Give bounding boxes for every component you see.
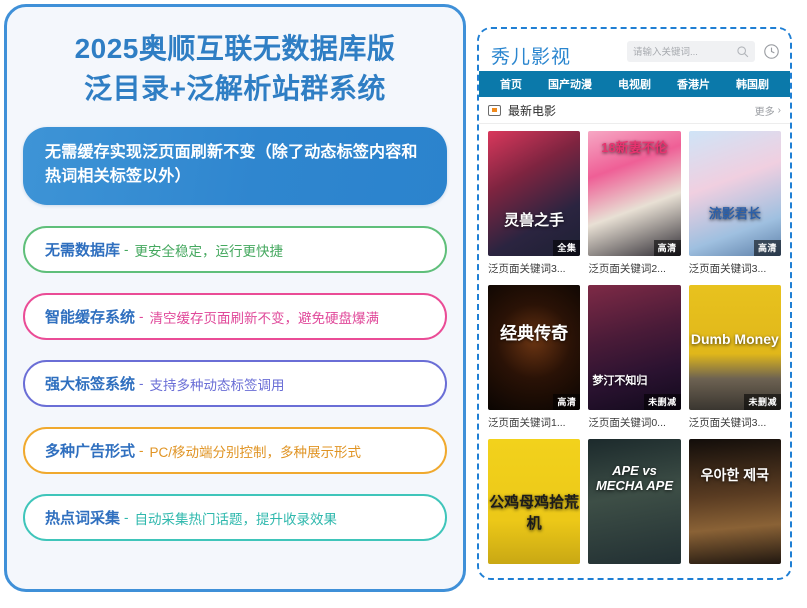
site-header: 秀儿影视 请输入关键词... (479, 29, 790, 71)
more-link[interactable]: 更多 › (755, 103, 781, 118)
feature-card-smart-cache[interactable]: 智能缓存系统 - 清空缓存页面刷新不变，避免硬盘爆满 (23, 293, 447, 341)
movie-grid: 灵兽之手 全集 泛页面关键词3... 18新妻不伦 高清 泛页面关键词2... … (479, 124, 790, 569)
promo-title-block: 2025奥顺互联无数据库版 泛目录+泛解析站群系统 (7, 7, 463, 115)
feature-card-highlight: 无需缓存实现泛页面刷新不变（除了动态标签内容和热词相关标签以外） (23, 126, 447, 206)
feature-desc: 支持多种动态标签调用 (149, 377, 285, 393)
feature-separator: - (124, 510, 129, 526)
movie-card[interactable]: 18新妻不伦 高清 泛页面关键词2... (588, 131, 681, 276)
movie-poster[interactable]: 梦汀不知归 未删减 (588, 285, 681, 410)
chevron-right-icon: › (777, 104, 781, 116)
site-logo[interactable]: 秀儿影视 (491, 34, 571, 69)
feature-separator: - (139, 309, 144, 325)
feature-separator: - (124, 242, 129, 258)
promo-title-line-2: 泛目录+泛解析站群系统 (84, 72, 386, 104)
movie-poster[interactable]: 公鸡母鸡拾荒机 (488, 439, 581, 564)
nav-item-kr[interactable]: 韩国剧 (723, 76, 782, 92)
poster-badge: 未删减 (644, 394, 681, 410)
feature-desc: 清空缓存页面刷新不变，避免硬盘爆满 (149, 310, 380, 326)
movie-card[interactable]: 灵兽之手 全集 泛页面关键词3... (488, 131, 581, 276)
nav-item-tv[interactable]: 电视剧 (605, 76, 664, 92)
section-title: 最新电影 (508, 103, 557, 118)
movie-card[interactable]: 经典传奇 高清 泛页面关键词1... (488, 285, 581, 430)
movie-caption: 泛页面关键词1... (488, 417, 566, 429)
nav-item-home[interactable]: 首页 (487, 76, 535, 92)
feature-separator: - (139, 443, 144, 459)
movie-poster[interactable]: 灵兽之手 全集 (488, 131, 581, 256)
feature-desc: 更安全稳定，运行更快捷 (134, 243, 284, 259)
poster-title: 公鸡母鸡拾荒机 (489, 494, 580, 532)
poster-badge: 未删减 (744, 394, 781, 410)
section-header: 最新电影 更多 › (479, 97, 790, 124)
feature-title: 智能缓存系统 (45, 309, 136, 327)
movie-poster[interactable]: 流影君长 高清 (688, 131, 781, 256)
movie-card[interactable]: 梦汀不知归 未删减 泛页面关键词0... (588, 285, 681, 430)
nav-item-hk[interactable]: 香港片 (664, 76, 723, 92)
movie-caption: 泛页面关键词0... (588, 417, 666, 429)
feature-title: 多种广告形式 (45, 443, 136, 461)
poster-title: 梦汀不知归 (592, 375, 648, 387)
tv-icon (488, 104, 501, 116)
promo-panel: 2025奥顺互联无数据库版 泛目录+泛解析站群系统 无需缓存实现泛页面刷新不变（… (4, 4, 466, 592)
feature-card-no-database[interactable]: 无需数据库 - 更安全稳定，运行更快捷 (23, 226, 447, 274)
movie-poster[interactable]: 经典传奇 高清 (488, 285, 581, 410)
feature-highlight-text: 无需缓存实现泛页面刷新不变（除了动态标签内容和热词相关标签以外） (45, 143, 418, 186)
movie-caption: 泛页面关键词3... (688, 417, 767, 429)
poster-title: 우아한 제국 (700, 467, 769, 483)
search-placeholder: 请输入关键词... (633, 47, 698, 58)
feature-card-list: 无需缓存实现泛页面刷新不变（除了动态标签内容和热词相关标签以外） 无需数据库 -… (7, 115, 463, 542)
promo-title-line-1: 2025奥顺互联无数据库版 (74, 33, 396, 64)
movie-card[interactable]: APE vs MECHA APE (588, 439, 681, 569)
poster-title: APE vs MECHA APE (595, 463, 674, 493)
feature-desc: 自动采集热门话题，提升收录效果 (134, 511, 338, 527)
page-root: 2025奥顺互联无数据库版 泛目录+泛解析站群系统 无需缓存实现泛页面刷新不变（… (0, 0, 807, 608)
feature-title: 强大标签系统 (45, 376, 136, 394)
movie-poster[interactable]: Dumb Money 未删减 (688, 285, 781, 410)
site-preview-content: 秀儿影视 请输入关键词... 首页 国产动漫 电视剧 香港片 韩国剧 最新电影 … (479, 29, 790, 578)
poster-badge: 高清 (553, 394, 581, 410)
site-preview-frame: 秀儿影视 请输入关键词... 首页 国产动漫 电视剧 香港片 韩国剧 最新电影 … (477, 27, 792, 580)
poster-badge: 高清 (753, 240, 781, 256)
poster-badge: 高清 (653, 240, 681, 256)
movie-card[interactable]: 우아한 제국 (688, 439, 781, 569)
feature-card-ad-formats[interactable]: 多种广告形式 - PC/移动端分别控制，多种展示形式 (23, 427, 447, 475)
nav-item-anime[interactable]: 国产动漫 (535, 76, 605, 92)
poster-title: Dumb Money (690, 331, 779, 347)
clock-icon[interactable] (763, 43, 780, 60)
feature-title: 热点词采集 (45, 510, 121, 528)
feature-separator: - (139, 376, 144, 392)
poster-badge: 全集 (553, 240, 581, 256)
feature-desc: PC/移动端分别控制，多种展示形式 (149, 444, 362, 460)
more-label: 更多 (754, 106, 775, 118)
poster-title: 18新妻不伦 (601, 140, 668, 155)
movie-caption: 泛页面关键词2... (588, 263, 666, 275)
movie-caption: 泛页面关键词3... (688, 263, 767, 275)
search-input[interactable]: 请输入关键词... (627, 40, 755, 62)
movie-card[interactable]: 公鸡母鸡拾荒机 (488, 439, 581, 569)
movie-card[interactable]: 流影君长 高清 泛页面关键词3... (688, 131, 781, 276)
feature-card-tag-system[interactable]: 强大标签系统 - 支持多种动态标签调用 (23, 360, 447, 408)
poster-title: 经典传奇 (500, 324, 569, 343)
poster-title: 灵兽之手 (504, 212, 565, 229)
feature-card-hot-keywords[interactable]: 热点词采集 - 自动采集热门话题，提升收录效果 (23, 494, 447, 542)
movie-poster[interactable]: 우아한 제국 (688, 439, 781, 564)
movie-card[interactable]: Dumb Money 未删减 泛页面关键词3... (688, 285, 781, 430)
movie-poster[interactable]: APE vs MECHA APE (588, 439, 681, 564)
feature-title: 无需数据库 (45, 242, 121, 260)
movie-poster[interactable]: 18新妻不伦 高清 (588, 131, 681, 256)
site-nav: 首页 国产动漫 电视剧 香港片 韩国剧 (479, 71, 790, 97)
poster-title: 流影君长 (708, 206, 761, 221)
search-icon[interactable] (736, 45, 749, 58)
movie-caption: 泛页面关键词3... (488, 263, 566, 275)
